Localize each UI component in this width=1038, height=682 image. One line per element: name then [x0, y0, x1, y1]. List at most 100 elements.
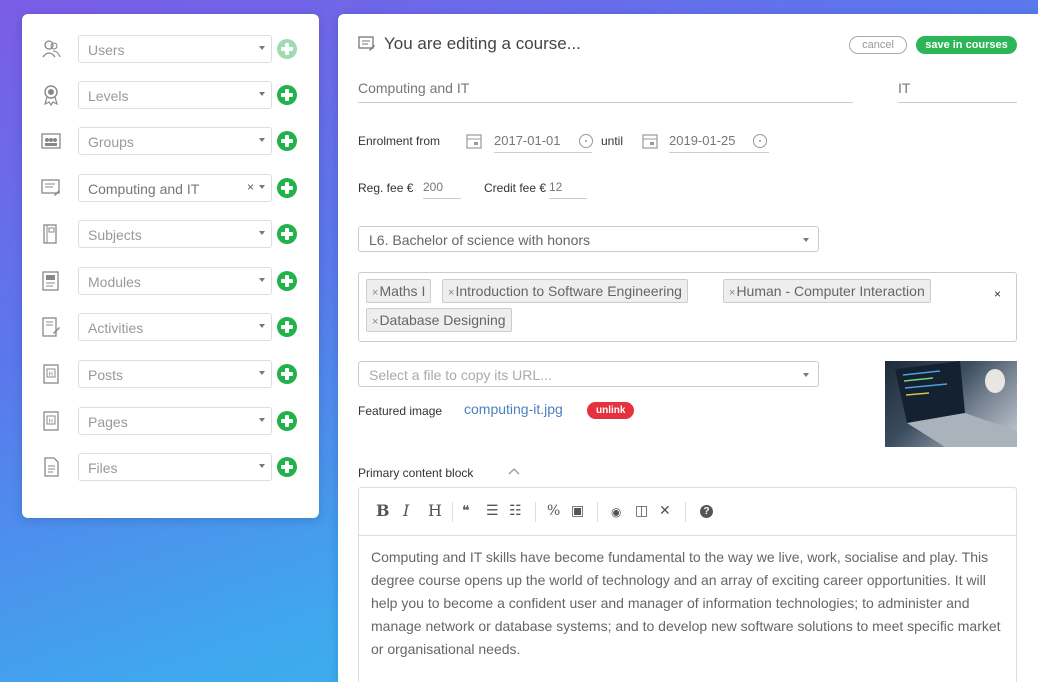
- sidebar-select[interactable]: Activities: [78, 313, 272, 341]
- sidebar-item: Computing and IT ×: [22, 174, 319, 202]
- module-tag[interactable]: ×Database Designing: [366, 308, 512, 332]
- add-item-button[interactable]: [277, 131, 297, 151]
- file-select-placeholder: Select a file to copy its URL...: [369, 367, 552, 383]
- clear-selection-icon[interactable]: ×: [247, 180, 254, 194]
- markdown-editor[interactable]: B I H ❝ ☰ ☷ % ▣ ◉ ◫ ✕ ? Computing and IT…: [358, 487, 1017, 682]
- activity-icon: [41, 316, 61, 338]
- sidebar-item: H Pages: [22, 407, 319, 435]
- unlink-button[interactable]: unlink: [587, 402, 635, 419]
- file-select[interactable]: Select a file to copy its URL...: [358, 361, 819, 387]
- remove-tag-icon[interactable]: ×: [372, 316, 378, 328]
- preview-icon[interactable]: ◉: [611, 505, 621, 519]
- add-item-button[interactable]: [277, 178, 297, 198]
- cancel-button[interactable]: cancel: [849, 36, 907, 54]
- featured-image-link[interactable]: computing-it.jpg: [464, 401, 563, 417]
- remove-tag-icon[interactable]: ×: [372, 287, 378, 299]
- quote-icon[interactable]: ❝: [462, 503, 470, 519]
- italic-button[interactable]: I: [403, 501, 409, 520]
- editor-body-text[interactable]: Computing and IT skills have become fund…: [371, 546, 1009, 661]
- chevron-down-icon: [259, 464, 265, 468]
- add-item-button[interactable]: [277, 364, 297, 384]
- chevron-down-icon: [259, 46, 265, 50]
- edit-course-icon: [358, 36, 375, 51]
- clock-icon[interactable]: [753, 134, 767, 148]
- fullscreen-icon[interactable]: ✕: [659, 503, 671, 519]
- sidebar-item: Groups: [22, 127, 319, 155]
- bold-button[interactable]: B: [376, 501, 390, 520]
- course-code-input[interactable]: IT: [898, 80, 1017, 103]
- sidebar-select[interactable]: Computing and IT ×: [78, 174, 272, 202]
- sidebar-item: Levels: [22, 81, 319, 109]
- add-item-button[interactable]: [277, 411, 297, 431]
- sidebar-select[interactable]: Levels: [78, 81, 272, 109]
- sidebar-select-value: Files: [88, 460, 118, 476]
- clock-icon[interactable]: [579, 134, 593, 148]
- sidebar-select[interactable]: Pages: [78, 407, 272, 435]
- add-item-button[interactable]: [277, 224, 297, 244]
- chevron-down-icon: [259, 418, 265, 422]
- toolbar-divider: [452, 502, 453, 522]
- sidebar-select-value: Modules: [88, 274, 141, 290]
- heading-button[interactable]: H: [428, 501, 442, 520]
- sidebar-select-value: Subjects: [88, 227, 142, 243]
- course-name-input[interactable]: Computing and IT: [358, 80, 853, 103]
- sidebar-select[interactable]: Posts: [78, 360, 272, 388]
- chevron-down-icon: [259, 92, 265, 96]
- credit-fee-input[interactable]: 12: [549, 180, 587, 199]
- sidebar-select[interactable]: Groups: [78, 127, 272, 155]
- course-icon: [41, 177, 61, 199]
- add-item-button[interactable]: [277, 85, 297, 105]
- sidebar-select-value: Pages: [88, 414, 128, 430]
- sidebar-select[interactable]: Modules: [78, 267, 272, 295]
- reg-fee-input[interactable]: 200: [423, 180, 461, 199]
- add-item-button[interactable]: [277, 271, 297, 291]
- sidebar-item: Modules: [22, 267, 319, 295]
- sidebar-select-value: Activities: [88, 320, 144, 336]
- editor-toolbar: B I H ❝ ☰ ☷ % ▣ ◉ ◫ ✕ ?: [359, 488, 1016, 536]
- level-select[interactable]: L6. Bachelor of science with honors: [358, 226, 819, 252]
- users-icon: [41, 38, 61, 60]
- module-icon: [41, 270, 61, 292]
- calendar-icon[interactable]: [641, 132, 659, 150]
- link-icon[interactable]: %: [547, 503, 560, 519]
- save-button[interactable]: save in courses: [916, 36, 1017, 54]
- modules-multiselect[interactable]: ×Maths I ×Introduction to Software Engin…: [358, 272, 1017, 342]
- bullet-list-icon[interactable]: ☰: [486, 503, 499, 519]
- toolbar-divider: [535, 502, 536, 522]
- course-editor: You are editing a course... cancel save …: [338, 14, 1038, 682]
- add-item-button[interactable]: [277, 317, 297, 337]
- sidebar-item: Activities: [22, 313, 319, 341]
- clear-tags-icon[interactable]: ×: [994, 287, 1001, 301]
- chevron-down-icon: [259, 278, 265, 282]
- module-tag[interactable]: ×Maths I: [366, 279, 432, 303]
- sidebar-select[interactable]: Subjects: [78, 220, 272, 248]
- sidebar: Users Levels Groups Computing and IT × Subjec…: [22, 14, 319, 518]
- module-tag[interactable]: ×Introduction to Software Engineering: [442, 279, 688, 303]
- enrolment-from-label: Enrolment from: [358, 134, 441, 148]
- sidebar-item: Files: [22, 453, 319, 481]
- featured-image-label: Featured image: [358, 404, 443, 418]
- sidebar-select-value: Posts: [88, 367, 124, 383]
- module-tag[interactable]: ×Human - Computer Interaction: [723, 279, 931, 303]
- groups-icon: [41, 130, 61, 152]
- primary-block-label: Primary content block: [358, 466, 474, 480]
- chevron-down-icon: [259, 371, 265, 375]
- sidebar-select[interactable]: Users: [78, 35, 272, 63]
- help-icon[interactable]: ?: [700, 505, 713, 518]
- level-select-value: L6. Bachelor of science with honors: [369, 232, 591, 248]
- award-icon: [41, 84, 61, 107]
- sidebar-select[interactable]: Files: [78, 453, 272, 481]
- numbered-list-icon[interactable]: ☷: [509, 503, 522, 519]
- add-item-button[interactable]: [277, 457, 297, 477]
- remove-tag-icon[interactable]: ×: [448, 287, 454, 299]
- add-item-button[interactable]: [277, 39, 297, 59]
- chevron-up-icon[interactable]: [508, 466, 520, 476]
- image-icon[interactable]: ▣: [571, 503, 584, 519]
- enrolment-from-input[interactable]: 2017-01-01: [494, 133, 592, 153]
- remove-tag-icon[interactable]: ×: [729, 287, 735, 299]
- calendar-icon[interactable]: [465, 132, 483, 150]
- side-by-side-icon[interactable]: ◫: [635, 503, 648, 519]
- sidebar-select-value: Groups: [88, 134, 134, 150]
- toolbar-divider: [685, 502, 686, 522]
- file-icon: [41, 456, 61, 478]
